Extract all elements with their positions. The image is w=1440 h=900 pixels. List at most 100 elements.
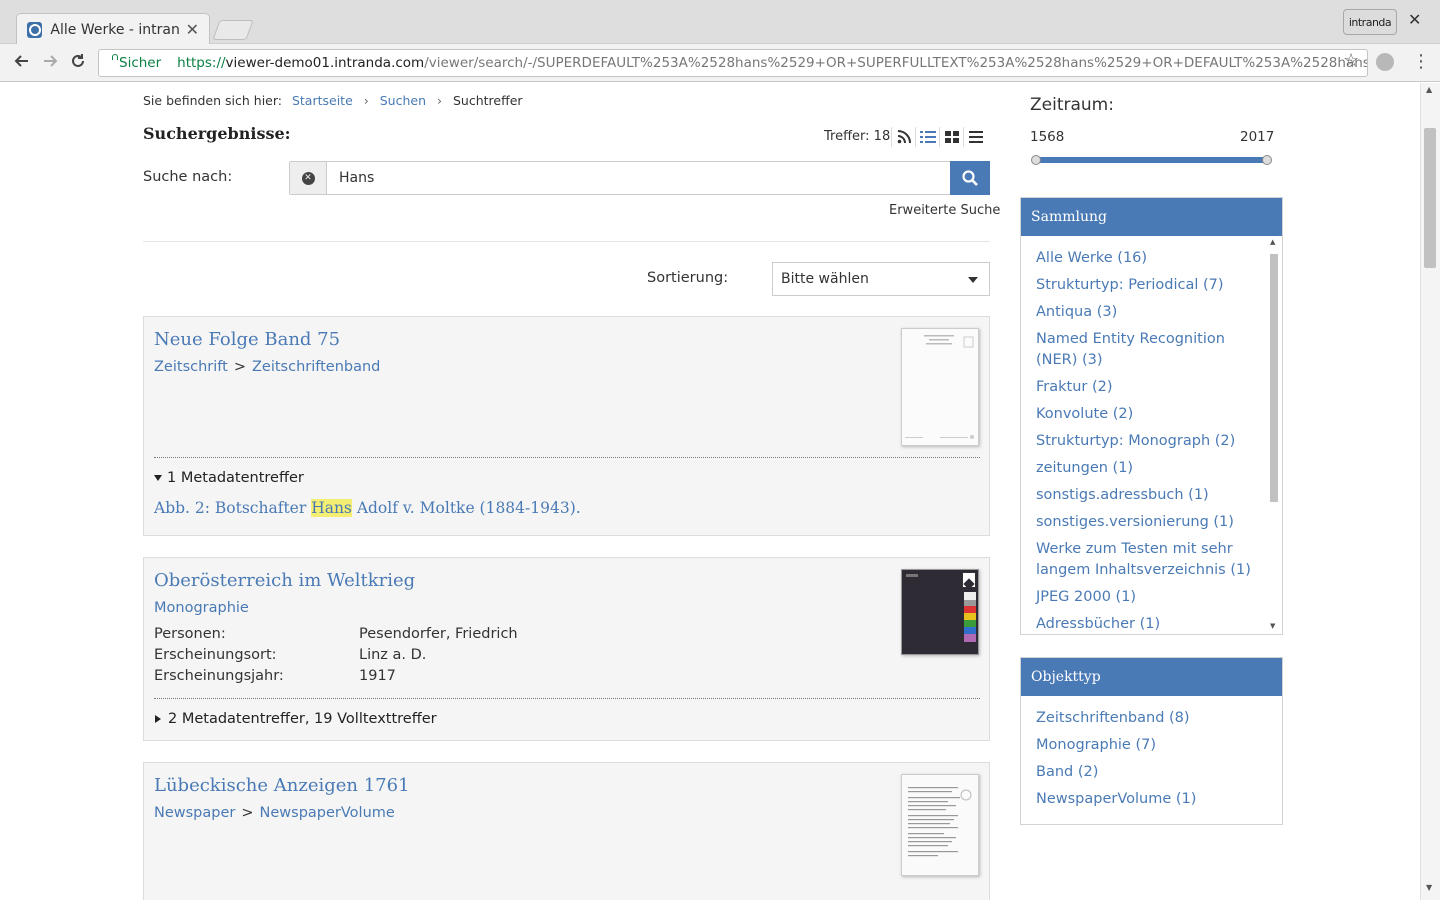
sort-select[interactable]: Bitte wählen: [772, 262, 990, 296]
card-divider: [154, 698, 980, 699]
facet-item[interactable]: Antiqua (3): [1036, 302, 1256, 323]
facet-item[interactable]: zeitungen (1): [1036, 458, 1256, 479]
bookmark-star-icon[interactable]: ☆: [1343, 50, 1359, 71]
bookmark-icon[interactable]: [962, 572, 976, 588]
scroll-up-icon[interactable]: ▲: [1426, 85, 1432, 94]
list-view-icon[interactable]: [915, 127, 939, 147]
breadcrumb-chevron-icon: ›: [363, 93, 369, 108]
hit-text-post: Adolf v. Moltke (1884-1943).: [351, 499, 581, 517]
back-arrow-icon[interactable]: [13, 52, 31, 75]
facet-item[interactable]: Konvolute (2): [1036, 404, 1256, 425]
reload-icon[interactable]: [69, 52, 87, 75]
meta-row: Erscheinungsjahr: 1917: [154, 668, 396, 684]
facet-scrollbar[interactable]: ▲ ▼: [1268, 238, 1280, 632]
breadcrumb-prefix: Sie befinden sich hier:: [143, 93, 282, 108]
facet-list: Zeitschriftenband (8) Monographie (7) Ba…: [1021, 696, 1282, 810]
timerange-heading: Zeitraum:: [1030, 95, 1114, 115]
result-thumbnail[interactable]: [901, 328, 979, 446]
browser-menu-icon[interactable]: ⋮: [1412, 51, 1430, 72]
result-subtype-link[interactable]: Zeitschriftenband: [252, 359, 380, 375]
search-input[interactable]: [327, 162, 950, 194]
result-thumbnail[interactable]: [901, 774, 979, 876]
facet-scroll-thumb[interactable]: [1270, 254, 1278, 502]
clear-search-button[interactable]: ✕: [290, 162, 327, 194]
browser-toolbar: Sicher https://viewer-demo01.intranda.co…: [0, 44, 1440, 82]
facet-item[interactable]: Fraktur (2): [1036, 377, 1256, 398]
result-title[interactable]: Neue Folge Band 75: [154, 329, 340, 350]
address-bar[interactable]: Sicher https://viewer-demo01.intranda.co…: [98, 49, 1368, 77]
scroll-down-icon[interactable]: ▼: [1426, 883, 1432, 892]
result-thumbnail[interactable]: [901, 569, 979, 655]
facet-collection: Sammlung Alle Werke (16) Strukturtyp: Pe…: [1020, 197, 1283, 635]
clear-icon: ✕: [301, 171, 315, 185]
breadcrumb-link-suchen[interactable]: Suchen: [380, 93, 426, 108]
scroll-up-icon[interactable]: ▲: [1270, 238, 1275, 246]
facet-item[interactable]: Strukturtyp: Periodical (7): [1036, 275, 1256, 296]
timerange-slider[interactable]: [1033, 157, 1271, 163]
facet-item[interactable]: Named Entity Recognition (NER) (3): [1036, 329, 1256, 371]
profile-button[interactable]: intranda: [1343, 9, 1397, 35]
metadata-hits-label: 2 Metadatentreffer, 19 Volltexttreffer: [168, 711, 437, 727]
new-tab-button[interactable]: [212, 20, 254, 40]
facet-item[interactable]: Strukturtyp: Monograph (2): [1036, 431, 1256, 452]
meta-row: Erscheinungsort: Linz a. D.: [154, 647, 426, 663]
result-card: Lübeckische Anzeigen 1761 Newspaper > News…: [143, 762, 990, 900]
hits-count: Treffer: 18: [824, 129, 891, 144]
facet-item[interactable]: Adressbücher (1): [1036, 614, 1256, 634]
extension-icon[interactable]: [1376, 53, 1394, 71]
slider-handle-end[interactable]: [1262, 155, 1272, 165]
facet-item[interactable]: NewspaperVolume (1): [1036, 789, 1256, 810]
result-subtype-link[interactable]: NewspaperVolume: [260, 805, 395, 821]
meta-value: Pesendorfer, Friedrich: [359, 626, 518, 642]
search-icon: [962, 170, 978, 186]
forward-arrow-icon[interactable]: [41, 52, 59, 75]
meta-row: Personen: Pesendorfer, Friedrich: [154, 626, 518, 642]
compact-list-view-icon[interactable]: [963, 127, 987, 147]
facet-item[interactable]: sonstiges.versionierung (1): [1036, 512, 1256, 533]
slider-handle-start[interactable]: [1031, 155, 1041, 165]
facet-item[interactable]: Werke zum Testen mit sehr langem Inhalts…: [1036, 539, 1256, 581]
facet-item[interactable]: sonstigs.adressbuch (1): [1036, 485, 1256, 506]
breadcrumb: Sie befinden sich hier: Startseite › Suc…: [143, 93, 523, 108]
meta-label: Erscheinungsort:: [154, 647, 277, 663]
result-type: Newspaper > NewspaperVolume: [154, 805, 395, 821]
page-scrollbar[interactable]: ▲ ▼: [1420, 83, 1440, 900]
rss-icon[interactable]: [891, 127, 915, 147]
facet-item[interactable]: Band (2): [1036, 762, 1256, 783]
search-group: ✕: [289, 161, 990, 195]
result-type-link[interactable]: Monographie: [154, 600, 249, 616]
result-title[interactable]: Lübeckische Anzeigen 1761: [154, 775, 410, 796]
browser-tab[interactable]: Alle Werke - intranda ✕: [16, 13, 210, 45]
tab-close-icon[interactable]: ✕: [186, 20, 199, 39]
metadata-hits-toggle[interactable]: 1 Metadatentreffer: [154, 470, 304, 486]
scroll-down-icon[interactable]: ▼: [1270, 622, 1275, 630]
search-button[interactable]: [950, 161, 990, 195]
timerange-to: 2017: [1240, 129, 1275, 145]
result-type-link[interactable]: Zeitschrift: [154, 359, 228, 375]
facet-item[interactable]: Monographie (7): [1036, 735, 1256, 756]
sort-selected-value: Bitte wählen: [781, 271, 869, 287]
facet-item[interactable]: Alle Werke (16): [1036, 248, 1256, 269]
metadata-hits-toggle[interactable]: 2 Metadatentreffer, 19 Volltexttreffer: [154, 711, 437, 727]
page-scroll-thumb[interactable]: [1424, 128, 1436, 268]
meta-label: Erscheinungsjahr:: [154, 668, 284, 684]
result-type-link[interactable]: Newspaper: [154, 805, 235, 821]
result-title[interactable]: Oberösterreich im Weltkrieg: [154, 570, 415, 591]
facet-objecttype: Objekttyp Zeitschriftenband (8) Monograp…: [1020, 657, 1283, 825]
window-close-icon[interactable]: ✕: [1408, 10, 1421, 29]
sort-label: Sortierung:: [647, 270, 729, 286]
browser-tab-bar: Alle Werke - intranda ✕ intranda ✕: [0, 0, 1440, 45]
facet-item[interactable]: JPEG 2000 (1): [1036, 587, 1256, 608]
site-favicon-icon: [27, 21, 43, 38]
url-host: viewer-demo01.intranda.com: [225, 55, 425, 71]
facet-item[interactable]: Zeitschriftenband (8): [1036, 708, 1256, 729]
breadcrumb-link-startseite[interactable]: Startseite: [292, 93, 353, 108]
advanced-search-link[interactable]: Erweiterte Suche: [889, 203, 1000, 218]
meta-label: Personen:: [154, 626, 226, 642]
grid-view-icon[interactable]: [939, 127, 963, 147]
metadata-hit-link[interactable]: Abb. 2: Botschafter Hans Adolf v. Moltke…: [154, 499, 581, 517]
result-card: Oberösterreich im Weltkrieg Monographie …: [143, 557, 990, 741]
results-heading: Suchergebnisse:: [143, 124, 291, 143]
hit-text-pre: Abb. 2: Botschafter: [154, 499, 312, 517]
caret-right-icon: [155, 715, 161, 723]
